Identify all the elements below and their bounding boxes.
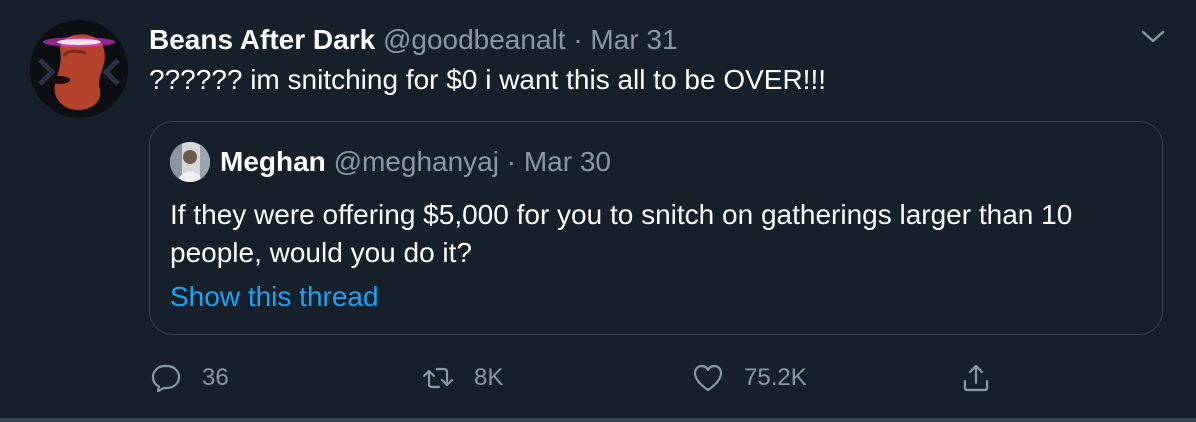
chevron-down-icon[interactable] [1140, 26, 1166, 46]
author-handle[interactable]: @goodbeanalt [383, 24, 566, 55]
tweet-header: Beans After Dark @goodbeanalt · Mar 31 [149, 22, 678, 58]
show-thread-link[interactable]: Show this thread [170, 279, 379, 315]
bean-avatar-icon [30, 20, 128, 118]
quoted-date[interactable]: Mar 30 [524, 146, 611, 177]
quoted-text: If they were offering $5,000 for you to … [170, 199, 1073, 268]
reply-button[interactable]: 36 [150, 358, 229, 398]
quoted-tweet[interactable]: Meghan @meghanyaj · Mar 30 If they were … [149, 121, 1163, 335]
like-button[interactable]: 75.2K [692, 358, 807, 398]
author-avatar[interactable] [30, 20, 128, 118]
retweet-button[interactable]: 8K [422, 358, 503, 398]
tweet-divider [0, 418, 1196, 422]
quoted-author-handle[interactable]: @meghanyaj [334, 146, 499, 177]
action-bar: 36 8K 75.2K [0, 358, 1196, 398]
retweet-count: 8K [474, 364, 504, 391]
person-avatar-icon [170, 142, 210, 182]
reply-count: 36 [202, 364, 229, 391]
quoted-author-avatar[interactable] [170, 142, 210, 182]
quoted-header: Meghan @meghanyaj · Mar 30 [220, 144, 611, 180]
quoted-author-name[interactable]: Meghan [220, 146, 326, 177]
share-icon [963, 364, 989, 392]
tweet-date[interactable]: Mar 31 [590, 24, 677, 55]
tweet-text: ?????? im snitching for $0 i want this a… [149, 64, 827, 95]
retweet-icon [422, 367, 454, 389]
tweet[interactable]: Beans After Dark @goodbeanalt · Mar 31 ?… [0, 0, 1196, 418]
heart-icon [693, 364, 723, 392]
header-separator: · [573, 24, 583, 55]
share-button[interactable] [960, 358, 992, 398]
author-name[interactable]: Beans After Dark [149, 24, 375, 55]
like-count: 75.2K [744, 364, 807, 391]
quoted-header-separator: · [506, 146, 517, 177]
reply-icon [151, 364, 181, 393]
